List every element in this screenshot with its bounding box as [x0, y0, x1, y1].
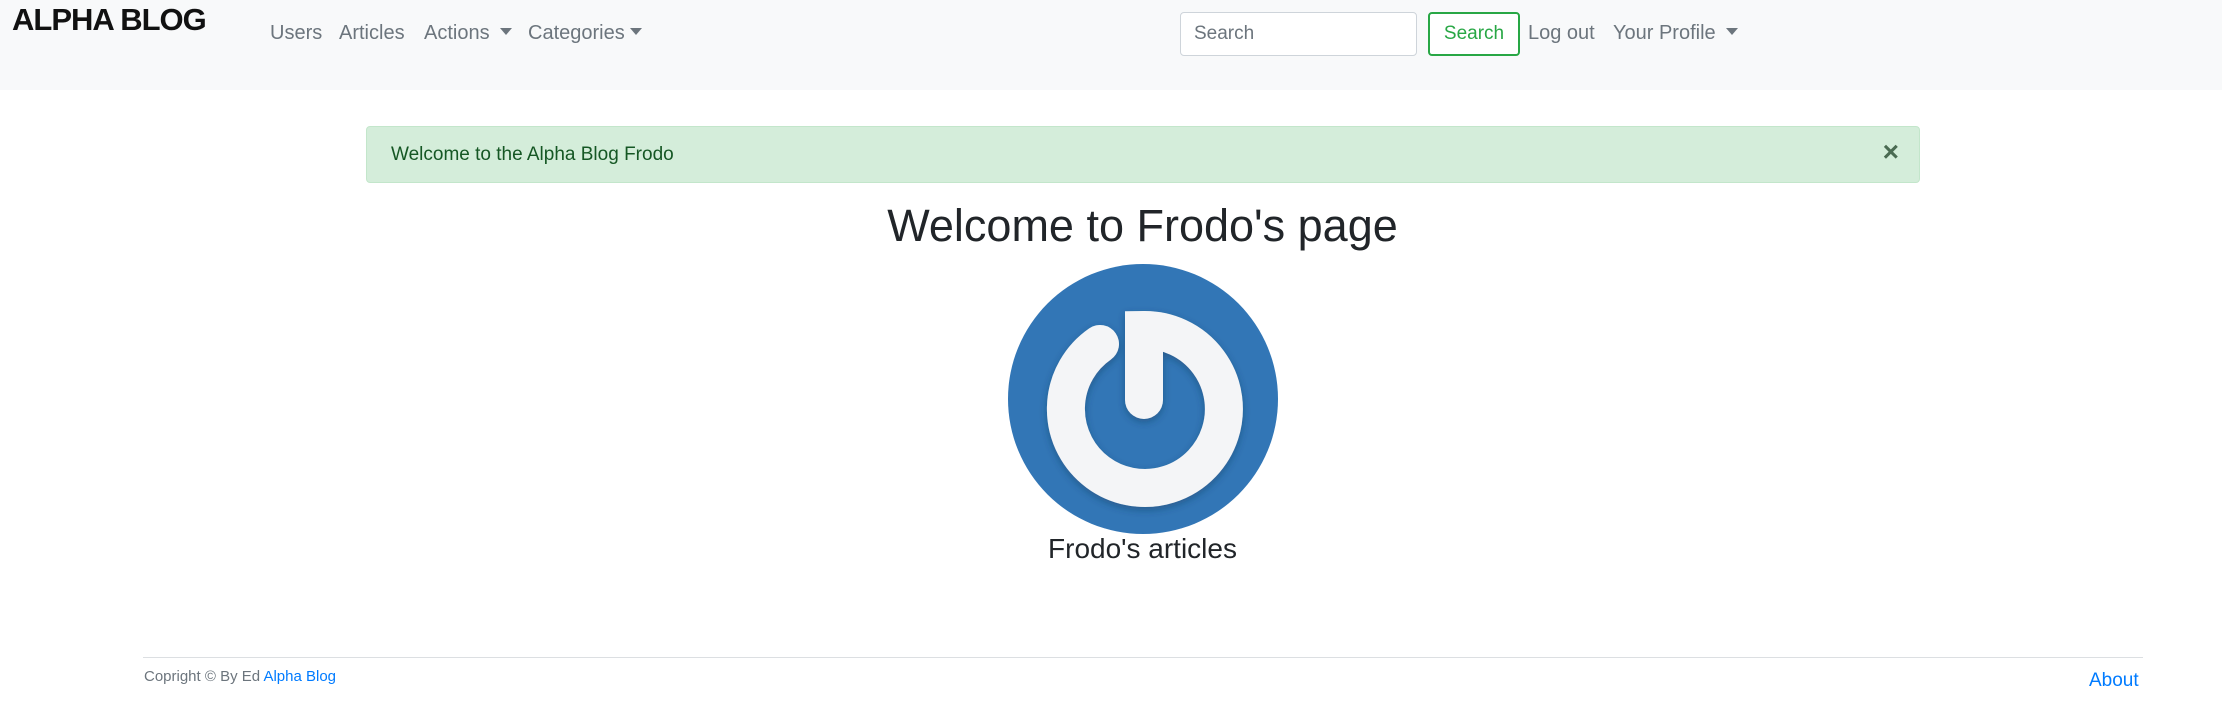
- close-icon[interactable]: ×: [1883, 138, 1899, 166]
- chevron-down-icon: [1725, 28, 1738, 36]
- brand-logo[interactable]: ALPHA BLOG: [12, 2, 207, 38]
- chevron-down-icon: [499, 28, 512, 36]
- search-input[interactable]: [1180, 12, 1417, 56]
- gravatar-logo-icon: [1046, 310, 1243, 507]
- chevron-down-icon: [629, 28, 642, 36]
- navbar: ALPHA BLOG Users Articles Actions Catego…: [0, 0, 2222, 90]
- footer-divider: [143, 657, 2143, 658]
- page-title: Welcome to Frodo's page: [887, 200, 1398, 251]
- nav-profile-label: Your Profile: [1613, 22, 1716, 44]
- articles-heading: Frodo's articles: [1048, 533, 1237, 564]
- avatar: [1008, 264, 1278, 534]
- nav-categories-dropdown[interactable]: Categories: [528, 22, 642, 45]
- alert-message: Welcome to the Alpha Blog Frodo: [391, 144, 674, 165]
- search-button[interactable]: Search: [1428, 12, 1520, 56]
- footer-alpha-blog-link[interactable]: Alpha Blog: [263, 668, 336, 685]
- nav-actions-label: Actions: [424, 22, 490, 44]
- nav-profile-dropdown[interactable]: Your Profile: [1613, 22, 1738, 45]
- footer-copyright: Copright © By Ed Alpha Blog: [144, 668, 336, 685]
- nav-logout[interactable]: Log out: [1528, 22, 1595, 45]
- welcome-alert: Welcome to the Alpha Blog Frodo ×: [366, 126, 1920, 183]
- nav-actions-dropdown[interactable]: Actions: [424, 22, 512, 45]
- nav-categories-label: Categories: [528, 22, 625, 44]
- about-link[interactable]: About: [2089, 670, 2139, 692]
- nav-articles[interactable]: Articles: [339, 22, 405, 45]
- nav-users[interactable]: Users: [270, 22, 322, 45]
- copyright-text: Copright © By Ed: [144, 668, 264, 685]
